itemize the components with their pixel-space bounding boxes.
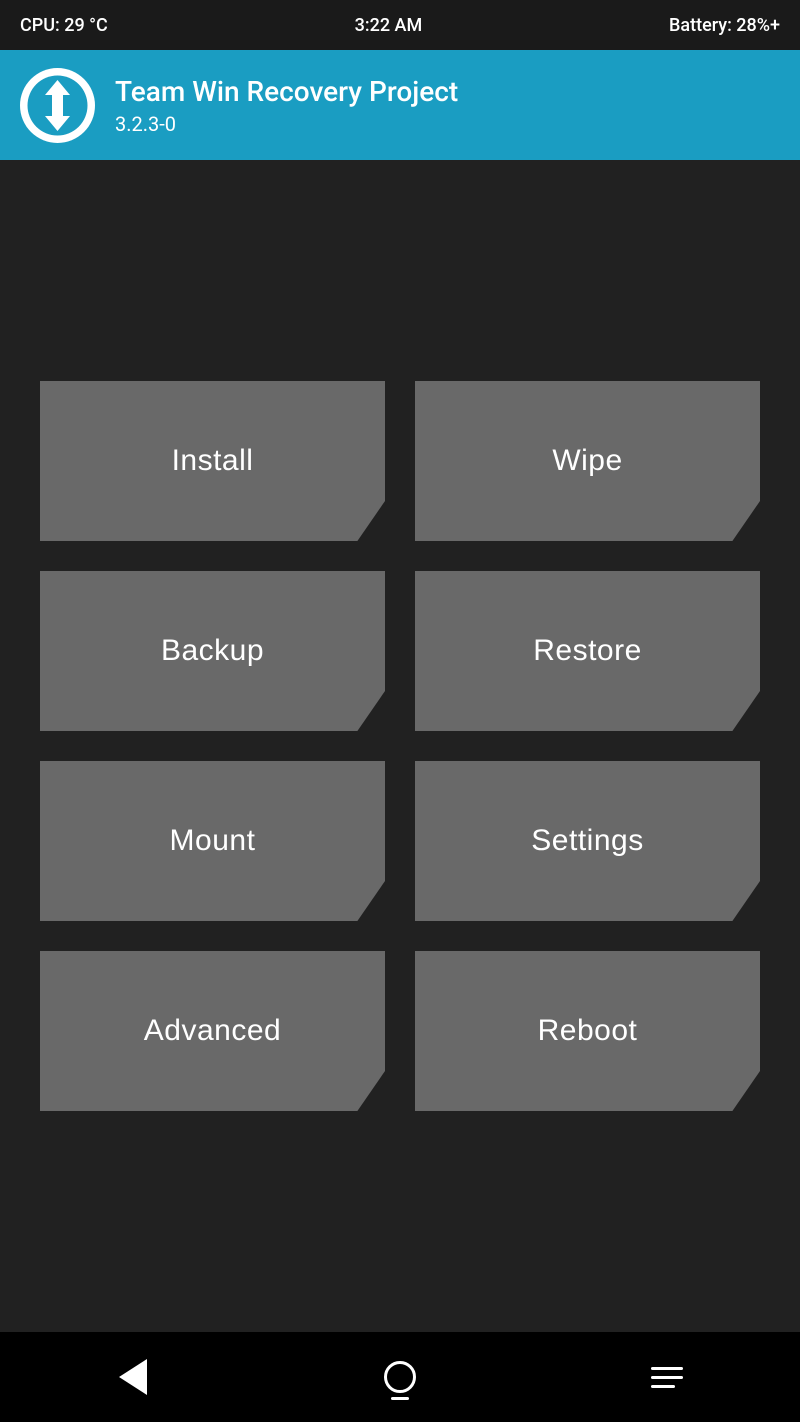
button-row-4: Advanced Reboot: [40, 951, 760, 1111]
header-text: Team Win Recovery Project 3.2.3-0: [115, 75, 458, 136]
button-row-2: Backup Restore: [40, 571, 760, 731]
home-icon: [384, 1361, 416, 1393]
battery-status: Battery: 28%+: [669, 15, 780, 36]
app-header: Team Win Recovery Project 3.2.3-0: [0, 50, 800, 160]
menu-line-2: [651, 1376, 683, 1379]
navigation-bar: [0, 1332, 800, 1422]
menu-icon: [651, 1367, 683, 1388]
app-title: Team Win Recovery Project: [115, 75, 458, 108]
app-logo: [20, 68, 95, 143]
back-nav-button[interactable]: [103, 1347, 163, 1407]
reboot-button[interactable]: Reboot: [415, 951, 760, 1111]
advanced-button[interactable]: Advanced: [40, 951, 385, 1111]
status-bar: CPU: 29 °C 3:22 AM Battery: 28%+: [0, 0, 800, 50]
menu-nav-button[interactable]: [637, 1347, 697, 1407]
app-version: 3.2.3-0: [115, 112, 458, 136]
install-button[interactable]: Install: [40, 381, 385, 541]
restore-button[interactable]: Restore: [415, 571, 760, 731]
button-row-1: Install Wipe: [40, 381, 760, 541]
settings-button[interactable]: Settings: [415, 761, 760, 921]
back-icon: [119, 1359, 147, 1395]
backup-button[interactable]: Backup: [40, 571, 385, 731]
menu-line-3: [651, 1385, 675, 1388]
menu-line-1: [651, 1367, 683, 1370]
mount-button[interactable]: Mount: [40, 761, 385, 921]
cpu-status: CPU: 29 °C: [20, 15, 108, 36]
home-nav-button[interactable]: [370, 1347, 430, 1407]
button-row-3: Mount Settings: [40, 761, 760, 921]
main-content: Install Wipe Backup Restore Mount Settin…: [0, 160, 800, 1332]
time-status: 3:22 AM: [355, 15, 423, 36]
wipe-button[interactable]: Wipe: [415, 381, 760, 541]
